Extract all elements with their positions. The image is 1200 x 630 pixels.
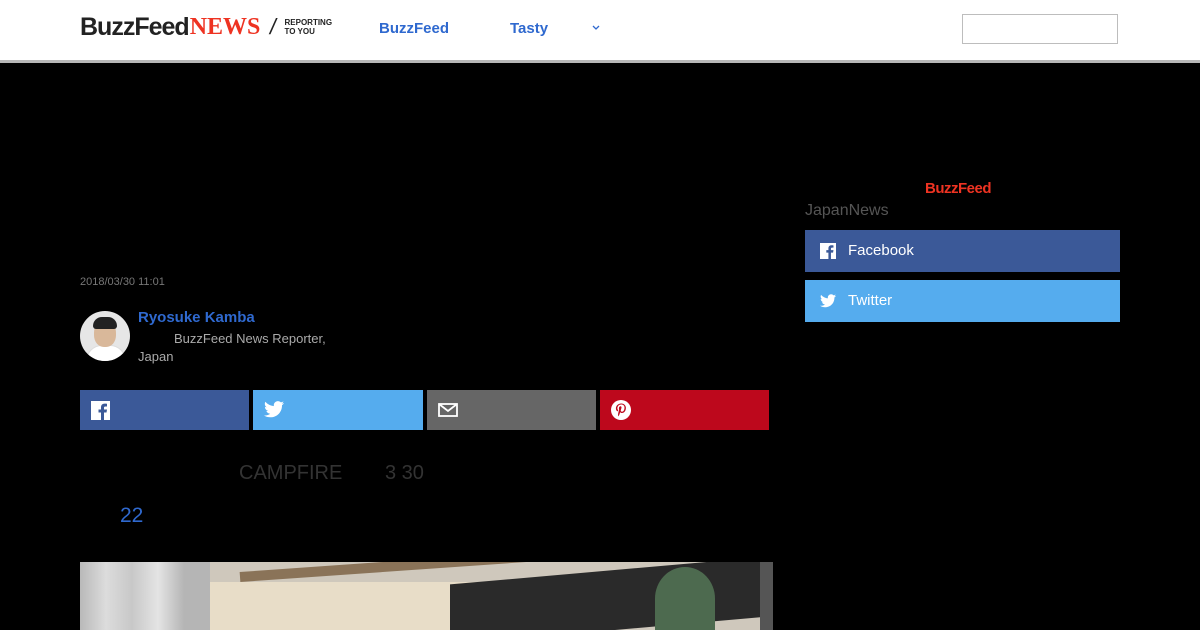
logo-tagline-line1: REPORTING [284, 18, 333, 27]
article-photo [80, 562, 773, 630]
avatar-hair [93, 317, 117, 329]
share-twitter-button[interactable] [253, 390, 423, 430]
logo-tagline-line2: TO YOU [284, 27, 315, 36]
share-facebook-button[interactable] [80, 390, 249, 430]
site-header: BuzzFeed NEWS / REPORTING TO YOU BuzzFee… [0, 0, 1200, 63]
search-input[interactable] [962, 14, 1118, 44]
avatar-shirt [86, 345, 126, 361]
article-timestamp: 2018/03/30 11:01 [80, 276, 165, 288]
article-body-text-date: 3 30 [385, 462, 424, 484]
logo-news-text: NEWS [189, 13, 261, 40]
article-body-text: CAMPFIRE [239, 462, 343, 484]
buzzfeed-news-logo[interactable]: BuzzFeed NEWS / REPORTING TO YOU [80, 12, 345, 41]
pinterest-icon [611, 400, 631, 420]
photo-building [80, 562, 210, 630]
photo-plant [655, 567, 715, 630]
logo-slash: / [268, 14, 279, 39]
sidebar-twitter-button[interactable]: Twitter [805, 280, 1120, 322]
sidebar-facebook-label: Facebook [848, 242, 914, 259]
photo-rail [760, 562, 773, 630]
author-title: BuzzFeed News Reporter, Japan [138, 330, 378, 366]
share-pinterest-button[interactable] [600, 390, 769, 430]
nav-link-buzzfeed[interactable]: BuzzFeed [379, 20, 449, 37]
nav-link-tasty[interactable]: Tasty [510, 20, 548, 37]
article-body-link[interactable]: 22 [120, 504, 143, 528]
logo-tagline: REPORTING TO YOU [285, 18, 345, 36]
author-title-line1: BuzzFeed News Reporter, [174, 331, 326, 346]
sidebar-twitter-label: Twitter [848, 292, 893, 309]
share-email-button[interactable] [427, 390, 596, 430]
email-icon [438, 403, 458, 417]
author-title-line2: Japan [138, 349, 174, 364]
avatar[interactable] [80, 311, 130, 361]
sidebar-facebook-button[interactable]: Facebook [805, 230, 1120, 272]
sidebar-label: JapanNews [805, 202, 889, 219]
author-name-link[interactable]: Ryosuke Kamba [138, 309, 255, 326]
logo-buzzfeed-text: BuzzFeed [80, 12, 190, 41]
chevron-down-icon[interactable] [592, 22, 600, 34]
twitter-icon [264, 401, 284, 418]
photo-shop-sign [450, 562, 773, 630]
sidebar-buzzfeed-logo[interactable]: BuzzFeed [925, 180, 992, 197]
twitter-icon [820, 294, 836, 308]
facebook-icon [820, 243, 836, 259]
facebook-icon [91, 401, 110, 420]
